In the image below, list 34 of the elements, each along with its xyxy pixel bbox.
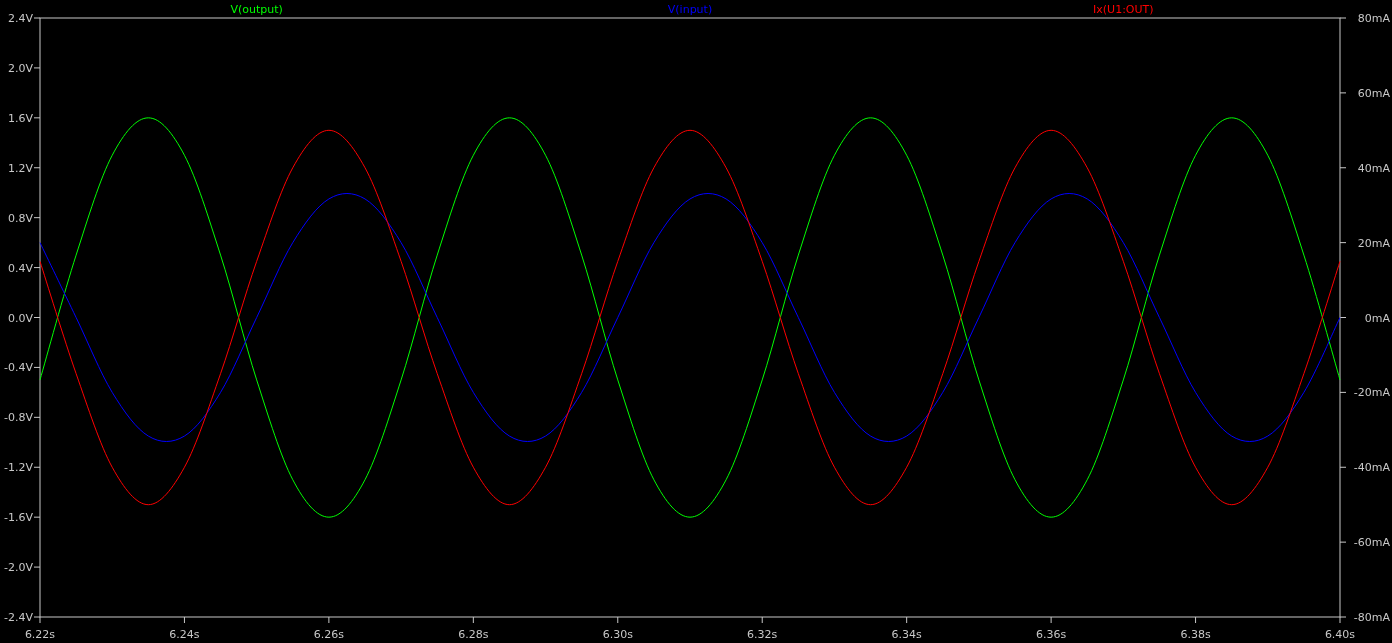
trace-label[interactable]: Ix(U1:OUT) <box>1093 3 1154 16</box>
y-tick-label: -0.4V <box>4 361 33 375</box>
y-tick-label: 2.0V <box>7 61 33 75</box>
x-tick-label: 6.32s <box>747 628 778 641</box>
x-tick-label: 6.38s <box>1180 628 1211 641</box>
y-tick-label: -1.6V <box>4 511 33 525</box>
x-tick-label: 6.24s <box>169 628 200 641</box>
y2-tick-label: -60mA <box>1353 536 1390 550</box>
y2-tick-label: -80mA <box>1353 611 1390 624</box>
y2-tick-label: -20mA <box>1353 386 1390 400</box>
y-tick-label: -2.4V <box>4 611 33 624</box>
y2-tick-label: 80mA <box>1357 12 1390 25</box>
x-tick-label: 6.28s <box>458 628 489 641</box>
y-tick-label: 1.6V <box>7 111 33 125</box>
y-tick-label: 1.2V <box>7 161 33 175</box>
y2-tick-label: -40mA <box>1353 461 1390 475</box>
y2-tick-label: 0mA <box>1364 311 1390 325</box>
trace-label[interactable]: V(output) <box>230 3 283 16</box>
x-tick-label: 6.40s <box>1324 628 1356 641</box>
x-tick-label: 6.30s <box>602 628 633 641</box>
y-tick-label: 0.0V <box>7 311 33 325</box>
y2-tick-label: 60mA <box>1357 86 1390 100</box>
y-tick-label: 2.4V <box>7 12 33 25</box>
y-tick-label: -0.8V <box>4 411 33 425</box>
x-tick-label: 6.36s <box>1036 628 1067 641</box>
x-tick-label: 6.22s <box>24 628 56 641</box>
x-tick-label: 6.26s <box>313 628 344 641</box>
y2-tick-label: 20mA <box>1357 236 1390 250</box>
y2-tick-label: 40mA <box>1357 161 1390 175</box>
y-tick-label: -2.0V <box>4 561 33 575</box>
y-tick-label: 0.4V <box>7 261 33 275</box>
x-tick-label: 6.34s <box>891 628 922 641</box>
y-tick-label: 0.8V <box>7 211 33 225</box>
y-tick-label: -1.2V <box>4 461 33 475</box>
